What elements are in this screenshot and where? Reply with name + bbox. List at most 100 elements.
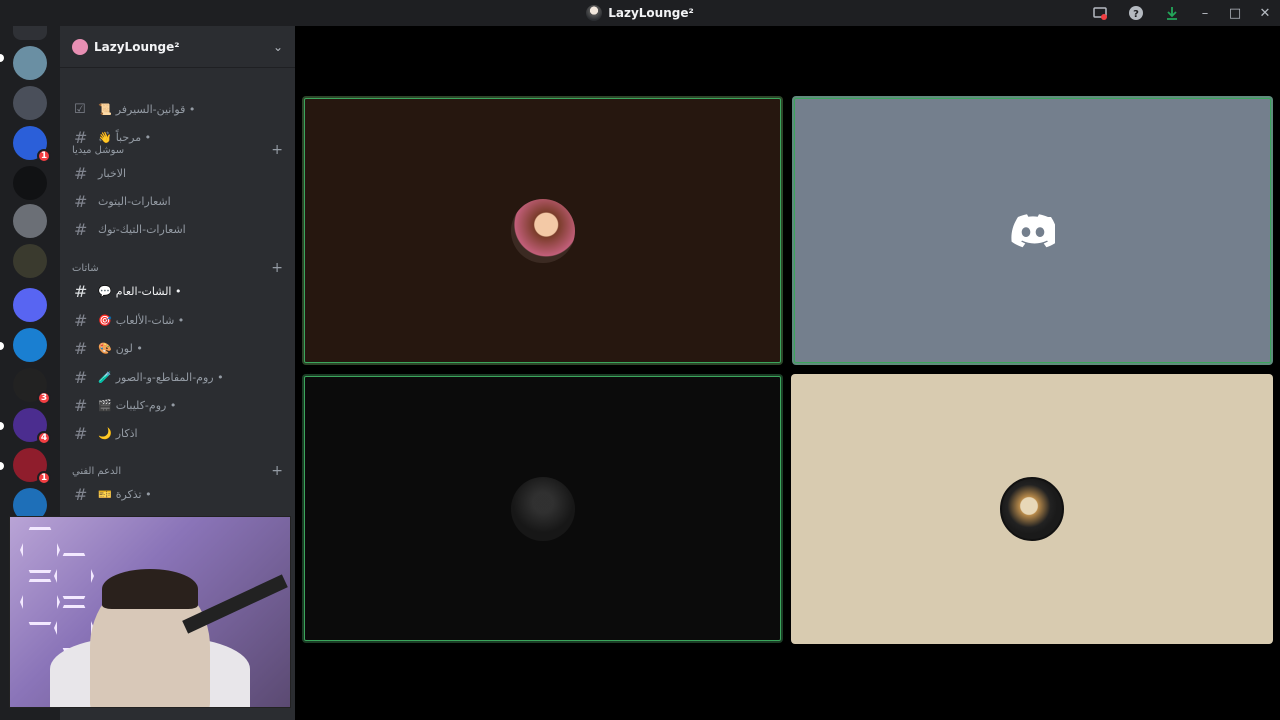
hash-icon: # [74, 395, 88, 415]
channel-emoji: 🧪 [98, 370, 112, 384]
channel-emoji: 📜 [98, 102, 112, 116]
channel-emoji: 💬 [98, 284, 112, 298]
channel-color[interactable]: # 🎨 لون • [68, 335, 287, 361]
window-title: LazyLounge² [586, 5, 694, 21]
hex-light-decoration [20, 579, 60, 625]
server-icon[interactable] [13, 26, 47, 40]
unread-indicator [0, 54, 4, 62]
server-icon[interactable] [13, 288, 47, 322]
server-avatar-icon [586, 5, 603, 21]
channel-label: لون • [115, 341, 143, 355]
microphone-arm [182, 574, 288, 634]
channel-ticket[interactable]: # 🎫 تذكرة • [68, 481, 287, 507]
server-header[interactable]: LazyLounge² ⌄ [60, 26, 295, 68]
voice-grid [295, 26, 1280, 720]
channel-label: تذكرة • [115, 487, 152, 501]
server-icon[interactable]: 3 [13, 368, 51, 405]
streamer-hair [102, 569, 198, 609]
participant-tile[interactable] [792, 96, 1273, 365]
hash-icon: # [74, 367, 88, 387]
download-icon[interactable] [1154, 0, 1190, 26]
server-name: LazyLounge² [94, 39, 180, 54]
channel-label: الاخبار [98, 166, 127, 180]
participant-avatar [510, 198, 575, 263]
category-support[interactable]: الدعم الفني + [72, 463, 283, 479]
server-icon[interactable] [13, 166, 47, 200]
unread-indicator [0, 462, 4, 470]
category-label: سوشل ميديا [72, 144, 125, 156]
channel-emoji: 🎬 [98, 398, 112, 412]
svg-text:?: ? [1133, 9, 1139, 20]
channel-label: شات-الألعاب • [115, 313, 185, 327]
unread-badge: 3 [37, 391, 51, 405]
channel-rules[interactable]: ☑ 📜 قوانين-السيرفر • [68, 96, 287, 122]
discord-logo-icon [1010, 213, 1055, 247]
help-icon[interactable]: ? [1118, 0, 1154, 26]
channel-clips-images[interactable]: # 🧪 روم-المقاطع-و-الصور • [68, 364, 287, 390]
webcam-overlay [9, 516, 291, 708]
screen-share-icon[interactable] [1082, 0, 1118, 26]
unread-badge: 4 [37, 431, 51, 445]
hash-icon: # [74, 310, 88, 330]
participant-avatar [510, 476, 575, 541]
hex-light-decoration [20, 527, 60, 573]
participant-avatar [1000, 477, 1064, 541]
close-icon[interactable]: ✕ [1250, 0, 1280, 26]
maximize-icon[interactable]: □ [1220, 0, 1250, 26]
title-bar: LazyLounge² ? – □ ✕ [0, 0, 1280, 26]
channel-news[interactable]: # الاخبار [68, 160, 287, 186]
hash-icon: # [74, 191, 88, 211]
channel-label: اشعارات-التيك-توك [98, 222, 186, 236]
server-icon[interactable] [13, 244, 47, 278]
server-icon[interactable] [13, 328, 47, 362]
channel-games-chat[interactable]: # 🎯 شات-الألعاب • [68, 307, 287, 333]
server-icon[interactable]: 4 [13, 408, 51, 445]
unread-indicator [0, 422, 4, 430]
channel-emoji: 🎯 [98, 313, 112, 327]
hash-icon: # [74, 219, 88, 239]
unread-badge: 1 [37, 149, 51, 163]
participant-tile[interactable] [302, 374, 783, 643]
channel-emoji: 🎨 [98, 341, 112, 355]
minimize-icon[interactable]: – [1190, 0, 1220, 26]
channel-emoji: 🎫 [98, 487, 112, 501]
add-channel-icon[interactable]: + [271, 260, 283, 276]
channel-youtube-notifs[interactable]: # اشعارات-اليتوث [68, 188, 287, 214]
channel-label: اذكار [115, 426, 138, 440]
participant-tile[interactable] [791, 374, 1273, 644]
category-chats[interactable]: شاتات + [72, 260, 283, 276]
channel-label: الشات-العام • [115, 284, 182, 298]
channel-label: قوانين-السيرفر • [115, 102, 196, 116]
hash-icon: # [74, 338, 88, 358]
channel-label: روم-المقاطع-و-الصور • [115, 370, 224, 384]
rules-icon: ☑ [74, 101, 86, 117]
hash-icon: # [74, 281, 88, 301]
category-label: شاتات [72, 262, 99, 274]
unread-indicator [0, 342, 4, 350]
hash-icon: # [74, 484, 88, 504]
channel-emoji: 🌙 [98, 426, 112, 440]
server-icon [72, 38, 88, 55]
category-social[interactable]: سوشل ميديا + [72, 142, 283, 158]
channel-clips-room[interactable]: # 🎬 روم-كليبات • [68, 392, 287, 418]
server-icon[interactable]: 1 [13, 126, 51, 163]
chevron-down-icon[interactable]: ⌄ [273, 40, 283, 54]
channel-label: اشعارات-اليتوث [98, 194, 171, 208]
participant-tile[interactable] [302, 96, 783, 365]
channel-tiktok-notifs[interactable]: # اشعارات-التيك-توك [68, 216, 287, 242]
hex-light-decoration [54, 553, 94, 599]
server-icon[interactable]: 1 [13, 448, 51, 485]
hash-icon: # [74, 423, 88, 443]
add-channel-icon[interactable]: + [271, 463, 283, 479]
channel-azkar[interactable]: # 🌙 اذكار [68, 420, 287, 446]
channel-general-chat[interactable]: # 💬 الشات-العام • [68, 278, 287, 304]
window-title-text: LazyLounge² [608, 6, 694, 20]
add-channel-icon[interactable]: + [271, 142, 283, 158]
server-icon[interactable] [13, 46, 47, 80]
channel-label: روم-كليبات • [115, 398, 177, 412]
unread-badge: 1 [37, 471, 51, 485]
category-label: الدعم الفني [72, 465, 122, 477]
server-icon[interactable] [13, 86, 47, 120]
server-icon[interactable] [13, 204, 47, 238]
hash-icon: # [74, 163, 88, 183]
